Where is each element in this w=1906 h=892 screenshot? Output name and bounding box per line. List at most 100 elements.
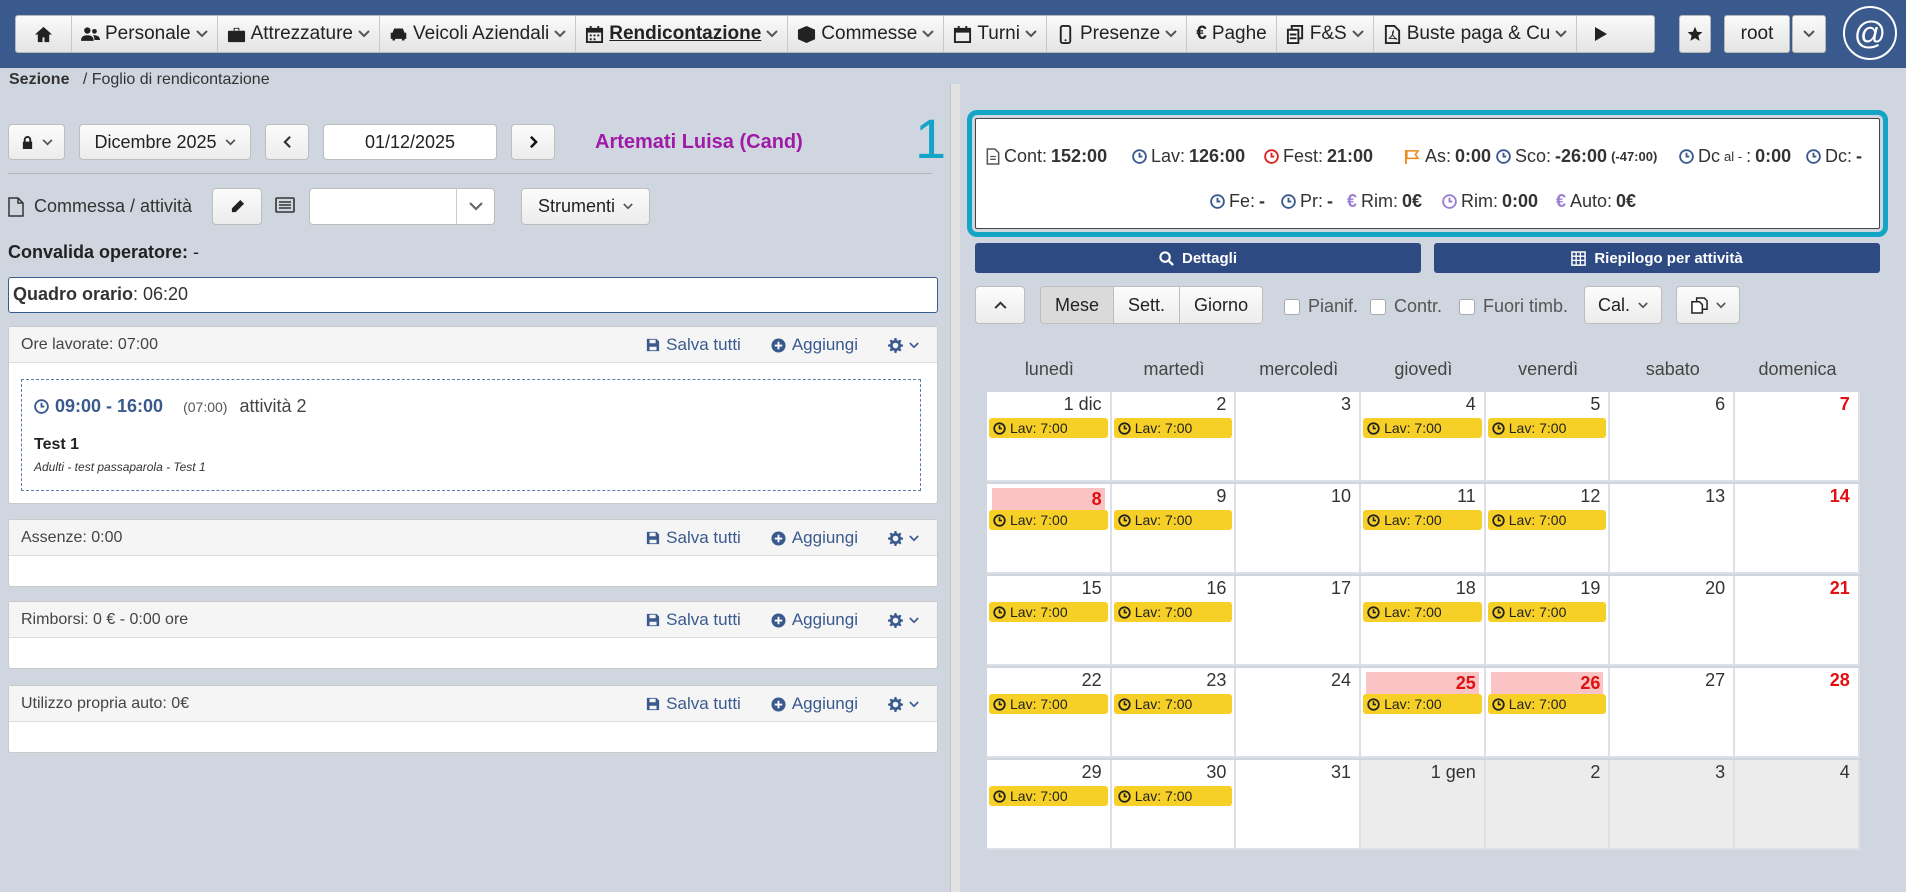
calendar-day[interactable]: 13 — [1610, 484, 1736, 574]
collapse-button[interactable] — [975, 286, 1025, 324]
calendar-event[interactable]: Lav: 7:00 — [1487, 510, 1607, 530]
calendar-day[interactable]: 1 dic Lav: 7:00 — [987, 392, 1112, 482]
settings-dropdown[interactable] — [888, 530, 919, 546]
calendar-day[interactable]: 7 — [1735, 392, 1860, 482]
save-all-button[interactable]: Salva tutti — [646, 335, 741, 355]
calendar-event[interactable]: Lav: 7:00 — [1113, 602, 1233, 622]
checkbox[interactable] — [1459, 298, 1475, 315]
menu-paghe[interactable]: € Paghe — [1187, 16, 1277, 52]
calendar-event[interactable]: Lav: 7:00 — [1487, 602, 1607, 622]
view-week[interactable]: Sett. — [1114, 287, 1181, 323]
save-all-button[interactable]: Salva tutti — [646, 610, 741, 630]
calendar-day[interactable]: 6 — [1610, 392, 1736, 482]
breadcrumb-section[interactable]: Sezione — [9, 71, 69, 88]
at-button[interactable]: @ — [1843, 6, 1897, 60]
menu-personale[interactable]: Personale — [72, 16, 218, 52]
calendar-day[interactable]: 1 gen — [1361, 760, 1486, 850]
date-field[interactable]: 01/12/2025 — [323, 124, 497, 160]
time-entry-card[interactable]: 09:00 - 16:00 (07:00) attività 2 Test 1 … — [21, 379, 921, 491]
calendar-day[interactable]: 5 Lav: 7:00 — [1485, 392, 1611, 482]
add-button[interactable]: Aggiungi — [771, 694, 858, 714]
cal-dropdown-button[interactable]: Cal. — [1584, 286, 1662, 324]
menu-buste-paga[interactable]: Buste paga & Cu — [1374, 16, 1578, 52]
view-month[interactable]: Mese — [1041, 287, 1115, 323]
calendar-day[interactable]: 14 — [1735, 484, 1860, 574]
calendar-day[interactable]: 4 — [1735, 760, 1860, 850]
menu-commesse[interactable]: Commesse — [788, 16, 945, 52]
calendar-day[interactable]: 28 — [1735, 668, 1860, 758]
next-day-button[interactable] — [511, 124, 555, 160]
calendar-day[interactable]: 29 Lav: 7:00 — [987, 760, 1112, 850]
calendar-day[interactable]: 12 Lav: 7:00 — [1485, 484, 1611, 574]
view-day[interactable]: Giorno — [1180, 287, 1263, 323]
calendar-day[interactable]: 9 Lav: 7:00 — [1111, 484, 1237, 574]
menu-fs[interactable]: F&S — [1277, 16, 1374, 52]
calendar-event[interactable]: Lav: 7:00 — [1363, 510, 1482, 530]
checkbox[interactable] — [1284, 298, 1300, 315]
settings-dropdown[interactable] — [888, 612, 919, 628]
user-dropdown-button[interactable] — [1792, 15, 1826, 53]
calendar-day[interactable]: 30 Lav: 7:00 — [1111, 760, 1237, 850]
calendar-day[interactable]: 19 Lav: 7:00 — [1485, 576, 1611, 666]
month-select[interactable]: Dicembre 2025 — [79, 124, 251, 160]
calendar-day[interactable]: 16 Lav: 7:00 — [1111, 576, 1237, 666]
calendar-day[interactable]: 15 Lav: 7:00 — [987, 576, 1112, 666]
calendar-event[interactable]: Lav: 7:00 — [1363, 694, 1482, 714]
calendar-day[interactable]: 18 Lav: 7:00 — [1361, 576, 1486, 666]
menu-turni[interactable]: Turni — [944, 16, 1047, 52]
lock-dropdown-button[interactable] — [8, 124, 65, 160]
calendar-day[interactable]: 11 Lav: 7:00 — [1361, 484, 1486, 574]
user-menu-button[interactable]: root — [1724, 15, 1790, 53]
calendar-day[interactable]: 23 Lav: 7:00 — [1111, 668, 1237, 758]
checkbox[interactable] — [1370, 298, 1386, 315]
save-all-button[interactable]: Salva tutti — [646, 694, 741, 714]
calendar-event[interactable]: Lav: 7:00 — [989, 418, 1108, 438]
calendar-event[interactable]: Lav: 7:00 — [989, 602, 1108, 622]
check-pianif[interactable]: Pianif. — [1284, 296, 1358, 317]
calendar-day[interactable]: 20 — [1610, 576, 1736, 666]
calendar-day[interactable]: 22 Lav: 7:00 — [987, 668, 1112, 758]
calendar-day[interactable]: 26 Lav: 7:00 — [1485, 668, 1611, 758]
calendar-day[interactable]: 24 — [1236, 668, 1362, 758]
save-all-button[interactable]: Salva tutti — [646, 528, 741, 548]
menu-more-button[interactable] — [1577, 16, 1625, 52]
settings-dropdown[interactable] — [888, 337, 919, 353]
calendar-event[interactable]: Lav: 7:00 — [989, 510, 1108, 530]
calendar-day[interactable]: 17 — [1236, 576, 1362, 666]
edit-commessa-button[interactable] — [212, 188, 262, 225]
calendar-day[interactable]: 25 Lav: 7:00 — [1361, 668, 1486, 758]
add-button[interactable]: Aggiungi — [771, 610, 858, 630]
menu-attrezzature[interactable]: Attrezzature — [218, 16, 380, 52]
calendar-event[interactable]: Lav: 7:00 — [1113, 510, 1233, 530]
calendar-day[interactable]: 2 — [1485, 760, 1611, 850]
favorites-button[interactable] — [1679, 15, 1711, 53]
calendar-day[interactable]: 31 — [1236, 760, 1362, 850]
calendar-event[interactable]: Lav: 7:00 — [1487, 694, 1607, 714]
calendar-day[interactable]: 27 — [1610, 668, 1736, 758]
calendar-day[interactable]: 2 Lav: 7:00 — [1111, 392, 1237, 482]
pane-splitter[interactable] — [950, 84, 960, 892]
settings-dropdown[interactable] — [888, 696, 919, 712]
check-contr[interactable]: Contr. — [1370, 296, 1442, 317]
calendar-day[interactable]: 10 — [1236, 484, 1362, 574]
calendar-day[interactable]: 3 — [1610, 760, 1736, 850]
list-icon[interactable] — [275, 197, 295, 213]
check-fuori-timb[interactable]: Fuori timb. — [1459, 296, 1568, 317]
calendar-event[interactable]: Lav: 7:00 — [989, 694, 1108, 714]
calendar-event[interactable]: Lav: 7:00 — [989, 786, 1108, 806]
calendar-day[interactable]: 4 Lav: 7:00 — [1361, 392, 1486, 482]
calendar-event[interactable]: Lav: 7:00 — [1113, 418, 1233, 438]
menu-rendicontazione[interactable]: Rendicontazione — [576, 16, 789, 52]
calendar-event[interactable]: Lav: 7:00 — [1363, 418, 1482, 438]
calendar-event[interactable]: Lav: 7:00 — [1487, 418, 1607, 438]
menu-presenze[interactable]: Presenze — [1047, 16, 1188, 52]
add-button[interactable]: Aggiungi — [771, 335, 858, 355]
calendar-event[interactable]: Lav: 7:00 — [1113, 786, 1233, 806]
prev-day-button[interactable] — [265, 124, 309, 160]
add-button[interactable]: Aggiungi — [771, 528, 858, 548]
calendar-day[interactable]: 21 — [1735, 576, 1860, 666]
riepilogo-button[interactable]: Riepilogo per attività — [1434, 243, 1880, 273]
commessa-select[interactable] — [309, 188, 495, 225]
strumenti-button[interactable]: Strumenti — [521, 188, 650, 225]
calendar-event[interactable]: Lav: 7:00 — [1363, 602, 1482, 622]
